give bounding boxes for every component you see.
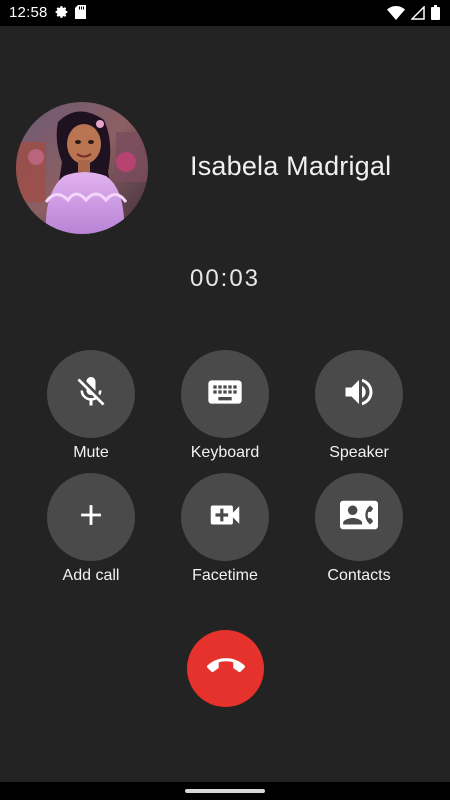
navigation-bar [0, 782, 450, 800]
keyboard-label: Keyboard [190, 444, 260, 461]
keyboard-button-circle[interactable] [181, 350, 269, 438]
signal-icon [410, 4, 425, 25]
call-timer: 00:03 [189, 265, 261, 292]
contact-avatar [16, 102, 148, 234]
contacts-button-circle[interactable] [315, 473, 403, 561]
mute-label: Mute [73, 444, 109, 461]
facetime-button-circle[interactable] [181, 473, 269, 561]
mic-off-icon [73, 374, 109, 415]
add-call-button-circle[interactable] [47, 473, 135, 561]
mute-button-circle[interactable] [47, 350, 135, 438]
plus-icon [74, 498, 108, 537]
status-time: 12:58 [9, 4, 48, 21]
hang-up-icon [206, 647, 245, 690]
add-call-label: Add call [62, 567, 120, 584]
add-call-button[interactable]: Add call [26, 473, 156, 585]
facetime-label: Facetime [192, 567, 258, 584]
battery-icon [431, 5, 440, 25]
contacts-button[interactable]: Contacts [294, 473, 424, 585]
contacts-label: Contacts [327, 567, 391, 584]
wifi-icon [387, 5, 405, 25]
home-handle[interactable] [185, 789, 265, 793]
video-camera-icon [206, 496, 244, 539]
gear-icon [55, 5, 69, 24]
facetime-button[interactable]: Facetime [160, 473, 290, 585]
mute-button[interactable]: Mute [26, 350, 156, 462]
speaker-label: Speaker [329, 444, 389, 461]
speaker-button[interactable]: Speaker [294, 350, 424, 462]
contacts-icon [340, 496, 378, 539]
status-bar: 12:58 [0, 0, 450, 26]
keyboard-icon [205, 372, 245, 417]
speaker-button-circle[interactable] [315, 350, 403, 438]
speaker-icon [341, 374, 377, 415]
end-call-button[interactable] [187, 630, 264, 707]
sd-card-icon [75, 5, 86, 24]
keyboard-button[interactable]: Keyboard [160, 350, 290, 462]
contact-name: Isabela Madrigal [190, 151, 392, 181]
